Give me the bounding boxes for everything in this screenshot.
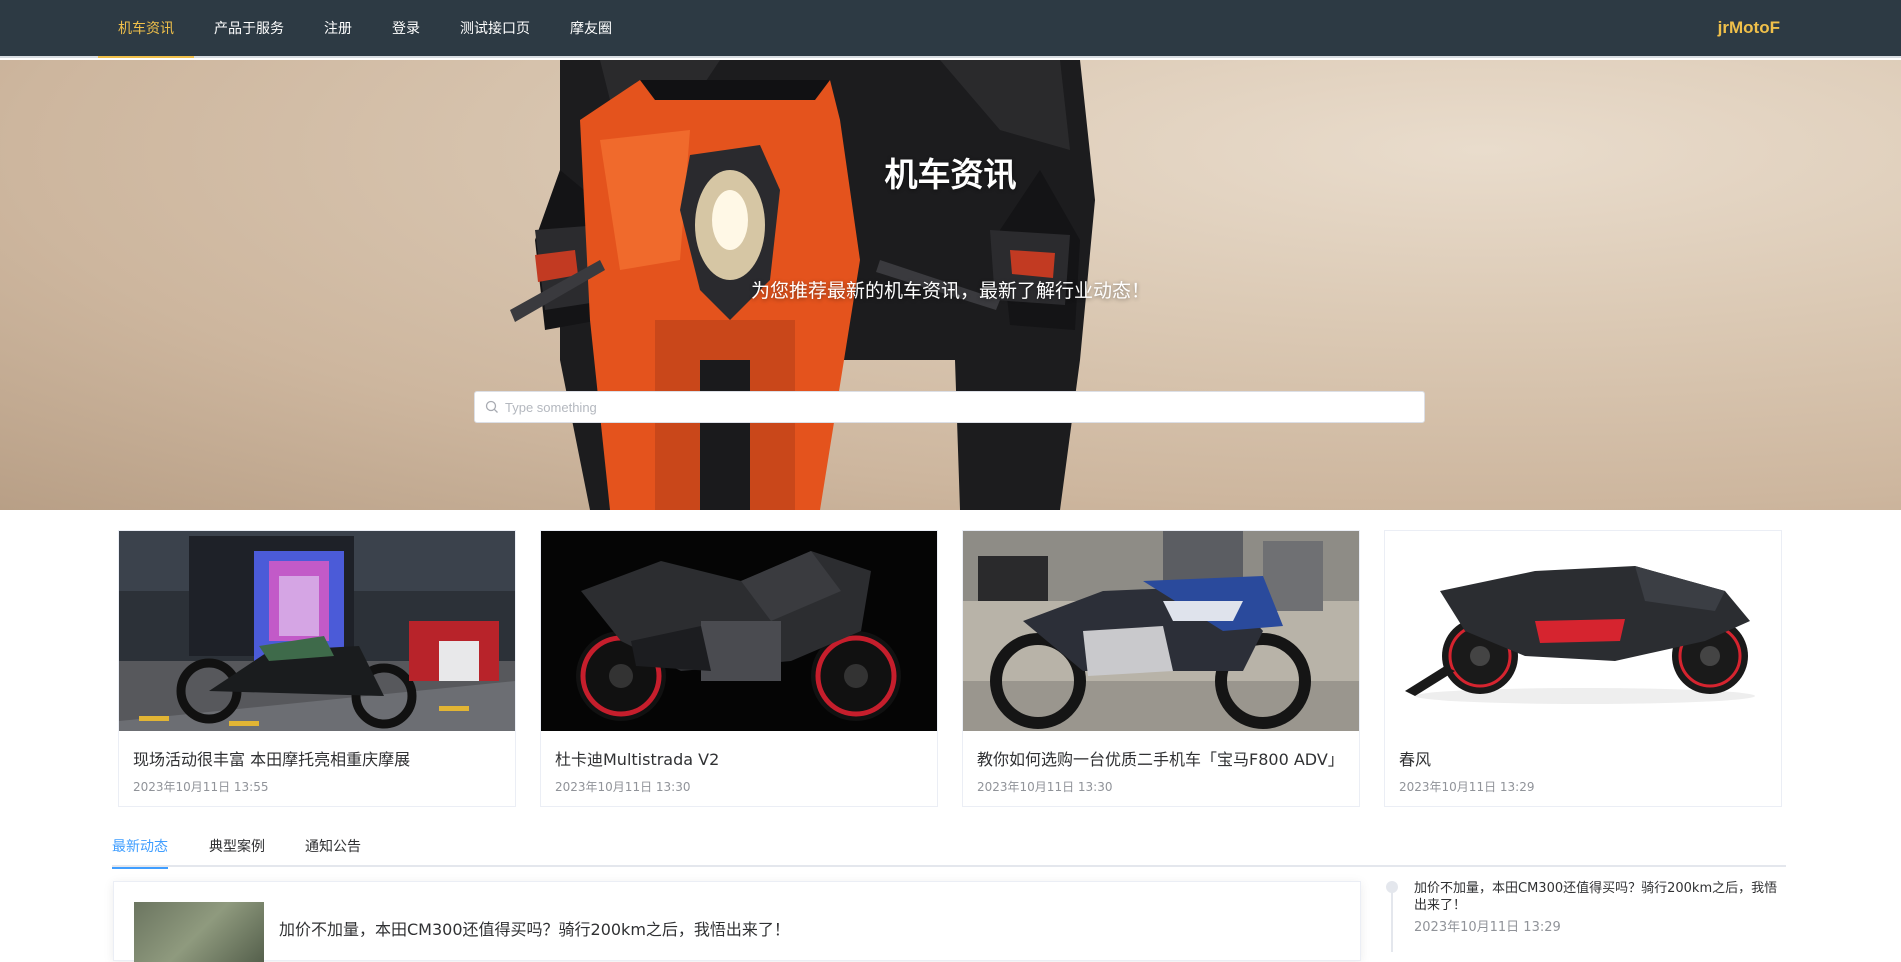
card-date: 2023年10月11日 13:30 [977,780,1113,794]
news-tabs: 最新动态 典型案例 通知公告 [112,834,1786,869]
news-card-grid: 现场活动很丰富 本田摩托亮相重庆摩展 2023年10月11日 13:55 杜卡迪… [118,530,1782,807]
card-image-bmw [963,531,1359,731]
card-date: 2023年10月11日 13:30 [555,780,691,794]
news-item-title[interactable]: 加价不加量，本田CM300还值得买吗？骑行200km之后，我悟出来了！ [279,916,790,940]
news-thumbnail[interactable] [134,902,264,962]
search-bar[interactable] [474,391,1425,423]
card-date: 2023年10月11日 13:55 [133,780,269,794]
nav-item-api-test[interactable]: 测试接口页 [440,0,550,58]
search-icon [485,400,498,413]
news-timeline: 加价不加量，本田CM300还值得买吗？骑行200km之后，我悟出来了！ 2023… [1380,880,1780,952]
hero-banner: 机车资讯 为您推荐最新的机车资讯，最新了解行业动态！ [0,60,1901,510]
search-input[interactable] [505,392,1405,422]
nav-item-login[interactable]: 登录 [372,0,440,58]
news-card[interactable]: 杜卡迪Multistrada V2 2023年10月11日 13:30 [540,530,938,807]
nav-item-register[interactable]: 注册 [304,0,372,58]
news-card[interactable]: 春风 2023年10月11日 13:29 [1384,530,1782,807]
card-image-cfmoto [1385,531,1781,731]
top-navbar: 机车资讯 产品于服务 注册 登录 测试接口页 摩友圈 jrMotoF [0,0,1901,58]
card-date: 2023年10月11日 13:29 [1399,780,1535,794]
nav-item-news[interactable]: 机车资讯 [98,0,194,58]
nav-item-community[interactable]: 摩友圈 [550,0,632,58]
timeline-item-date: 2023年10月11日 13:29 [1414,920,1561,935]
timeline-line [1391,892,1393,952]
card-title[interactable]: 教你如何选购一台优质二手机车「宝马F800 ADV」 [977,746,1344,770]
tab-notices[interactable]: 通知公告 [305,834,361,867]
tab-latest[interactable]: 最新动态 [112,834,168,869]
timeline-dot [1386,881,1398,893]
hero-subtitle: 为您推荐最新的机车资讯，最新了解行业动态！ [750,280,1150,302]
nav-menu: 机车资讯 产品于服务 注册 登录 测试接口页 摩友圈 [98,0,632,58]
hero-title: 机车资讯 [884,155,1017,194]
nav-item-products[interactable]: 产品于服务 [194,0,304,58]
card-title[interactable]: 杜卡迪Multistrada V2 [555,746,719,770]
news-card[interactable]: 现场活动很丰富 本田摩托亮相重庆摩展 2023年10月11日 13:55 [118,530,516,807]
card-title[interactable]: 现场活动很丰富 本田摩托亮相重庆摩展 [133,746,410,770]
card-image-expo [119,531,515,731]
card-title[interactable]: 春风 [1399,746,1431,770]
timeline-item-text[interactable]: 加价不加量，本田CM300还值得买吗？骑行200km之后，我悟出来了！ [1414,880,1779,914]
news-card[interactable]: 教你如何选购一台优质二手机车「宝马F800 ADV」 2023年10月11日 1… [962,530,1360,807]
tab-cases[interactable]: 典型案例 [209,834,265,867]
card-image-ducati [541,531,937,731]
news-list: 加价不加量，本田CM300还值得买吗？骑行200km之后，我悟出来了！ [113,881,1361,962]
brand-logo[interactable]: jrMotoF [1718,0,1780,56]
